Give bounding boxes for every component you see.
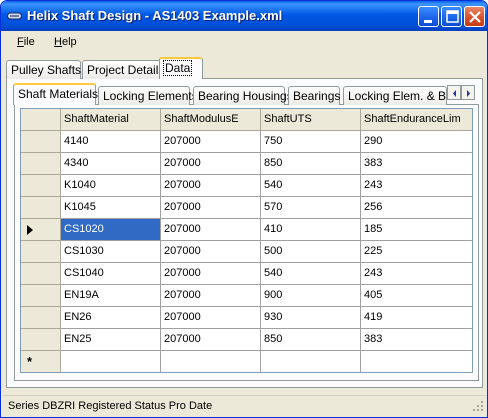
- tab-locking-elements[interactable]: Locking Elements: [98, 86, 198, 105]
- status-text: Series DBZRI Registered Status Pro Date: [8, 400, 213, 412]
- row-header[interactable]: [21, 197, 61, 219]
- table-cell[interactable]: 225: [361, 241, 472, 263]
- table-cell[interactable]: K1045: [61, 197, 161, 219]
- row-header[interactable]: [21, 329, 61, 351]
- row-header[interactable]: [21, 153, 61, 175]
- row-header[interactable]: [21, 131, 61, 153]
- main-window: Helix Shaft Design - AS1403 Example.xml …: [0, 0, 488, 418]
- tab-locking-elem-brg[interactable]: Locking Elem. & Brg: [343, 86, 447, 105]
- table-cell[interactable]: 540: [261, 263, 361, 285]
- table-cell[interactable]: 500: [261, 241, 361, 263]
- table-cell[interactable]: 4340: [61, 153, 161, 175]
- maximize-button[interactable]: [441, 6, 462, 27]
- table-cell[interactable]: EN19A: [61, 285, 161, 307]
- table-cell[interactable]: CS1030: [61, 241, 161, 263]
- menu-help[interactable]: Help: [54, 36, 77, 48]
- table-cell[interactable]: 185: [361, 219, 472, 241]
- window-title: Helix Shaft Design - AS1403 Example.xml: [27, 8, 283, 23]
- resize-grip-icon[interactable]: [472, 400, 484, 412]
- table-cell[interactable]: [361, 351, 472, 372]
- minimize-button[interactable]: [418, 6, 439, 27]
- table-cell[interactable]: 4140: [61, 131, 161, 153]
- table-cell[interactable]: 383: [361, 153, 472, 175]
- table-cell[interactable]: 930: [261, 307, 361, 329]
- table-cell[interactable]: 900: [261, 285, 361, 307]
- table-cell[interactable]: 207000: [161, 263, 261, 285]
- table-cell[interactable]: 207000: [161, 175, 261, 197]
- table-cell[interactable]: [61, 351, 161, 372]
- table-cell[interactable]: 256: [361, 197, 472, 219]
- row-header[interactable]: [21, 175, 61, 197]
- table-cell[interactable]: 207000: [161, 131, 261, 153]
- app-icon: [7, 12, 22, 20]
- shaft-materials-grid[interactable]: ShaftMaterial ShaftModulusE ShaftUTS Sha…: [20, 108, 473, 373]
- table-cell[interactable]: 750: [261, 131, 361, 153]
- tab-scroll-right-button[interactable]: [461, 85, 475, 100]
- row-header[interactable]: [21, 219, 61, 241]
- close-button[interactable]: [464, 6, 485, 27]
- table-cell[interactable]: CS1040: [61, 263, 161, 285]
- row-header[interactable]: [21, 285, 61, 307]
- corner-header[interactable]: [21, 109, 61, 131]
- table-cell[interactable]: 207000: [161, 197, 261, 219]
- table-cell[interactable]: CS1020: [61, 219, 161, 241]
- table-cell[interactable]: 207000: [161, 241, 261, 263]
- table-cell[interactable]: 243: [361, 263, 472, 285]
- chevron-right-icon: [467, 90, 470, 97]
- column-header[interactable]: ShaftModulusE: [161, 109, 261, 131]
- title-bar[interactable]: Helix Shaft Design - AS1403 Example.xml: [1, 1, 487, 31]
- current-row-pointer-icon: [27, 225, 33, 235]
- table-cell[interactable]: 243: [361, 175, 472, 197]
- table-cell[interactable]: 207000: [161, 285, 261, 307]
- new-row-asterisk-icon: *: [27, 354, 33, 369]
- row-header[interactable]: [21, 241, 61, 263]
- row-header[interactable]: [21, 263, 61, 285]
- tab-bearings[interactable]: Bearings: [288, 86, 340, 105]
- table-cell[interactable]: 207000: [161, 153, 261, 175]
- table-cell[interactable]: 405: [361, 285, 472, 307]
- data-tab-strip: Shaft Materials Locking Elements Bearing…: [13, 83, 479, 105]
- close-icon: [469, 11, 481, 23]
- table-cell[interactable]: 850: [261, 329, 361, 351]
- table-cell[interactable]: 419: [361, 307, 472, 329]
- column-header[interactable]: ShaftUTS: [261, 109, 361, 131]
- tab-bearing-housings[interactable]: Bearing Housings: [193, 86, 293, 105]
- maximize-icon: [446, 10, 459, 23]
- chevron-left-icon: [453, 90, 456, 97]
- table-cell[interactable]: 570: [261, 197, 361, 219]
- table-cell[interactable]: 290: [361, 131, 472, 153]
- table-cell[interactable]: [161, 351, 261, 372]
- status-bar: Series DBZRI Registered Status Pro Date: [3, 395, 487, 415]
- table-cell[interactable]: 383: [361, 329, 472, 351]
- table-cell[interactable]: 207000: [161, 329, 261, 351]
- table-cell[interactable]: K1040: [61, 175, 161, 197]
- row-header[interactable]: [21, 307, 61, 329]
- tab-project-details[interactable]: Project Details: [82, 60, 164, 79]
- table-cell[interactable]: EN26: [61, 307, 161, 329]
- table-cell[interactable]: 850: [261, 153, 361, 175]
- row-header[interactable]: *: [21, 351, 61, 372]
- table-cell[interactable]: 207000: [161, 219, 261, 241]
- table-cell[interactable]: 540: [261, 175, 361, 197]
- table-cell[interactable]: [261, 351, 361, 372]
- menu-bar: File Help: [5, 32, 485, 53]
- tab-pulley-shafts[interactable]: Pulley Shafts: [6, 60, 81, 79]
- tab-scroll-left-button[interactable]: [447, 85, 461, 100]
- table-cell[interactable]: EN25: [61, 329, 161, 351]
- column-header[interactable]: ShaftEnduranceLim: [361, 109, 472, 131]
- minimize-icon: [424, 20, 432, 23]
- table-cell[interactable]: 207000: [161, 307, 261, 329]
- tab-data[interactable]: Data: [159, 57, 203, 79]
- main-tab-strip: Pulley Shafts Project Details Data: [5, 57, 485, 79]
- tab-shaft-materials[interactable]: Shaft Materials: [13, 83, 98, 105]
- column-header[interactable]: ShaftMaterial: [61, 109, 161, 131]
- table-cell[interactable]: 410: [261, 219, 361, 241]
- menu-file[interactable]: File: [17, 36, 35, 48]
